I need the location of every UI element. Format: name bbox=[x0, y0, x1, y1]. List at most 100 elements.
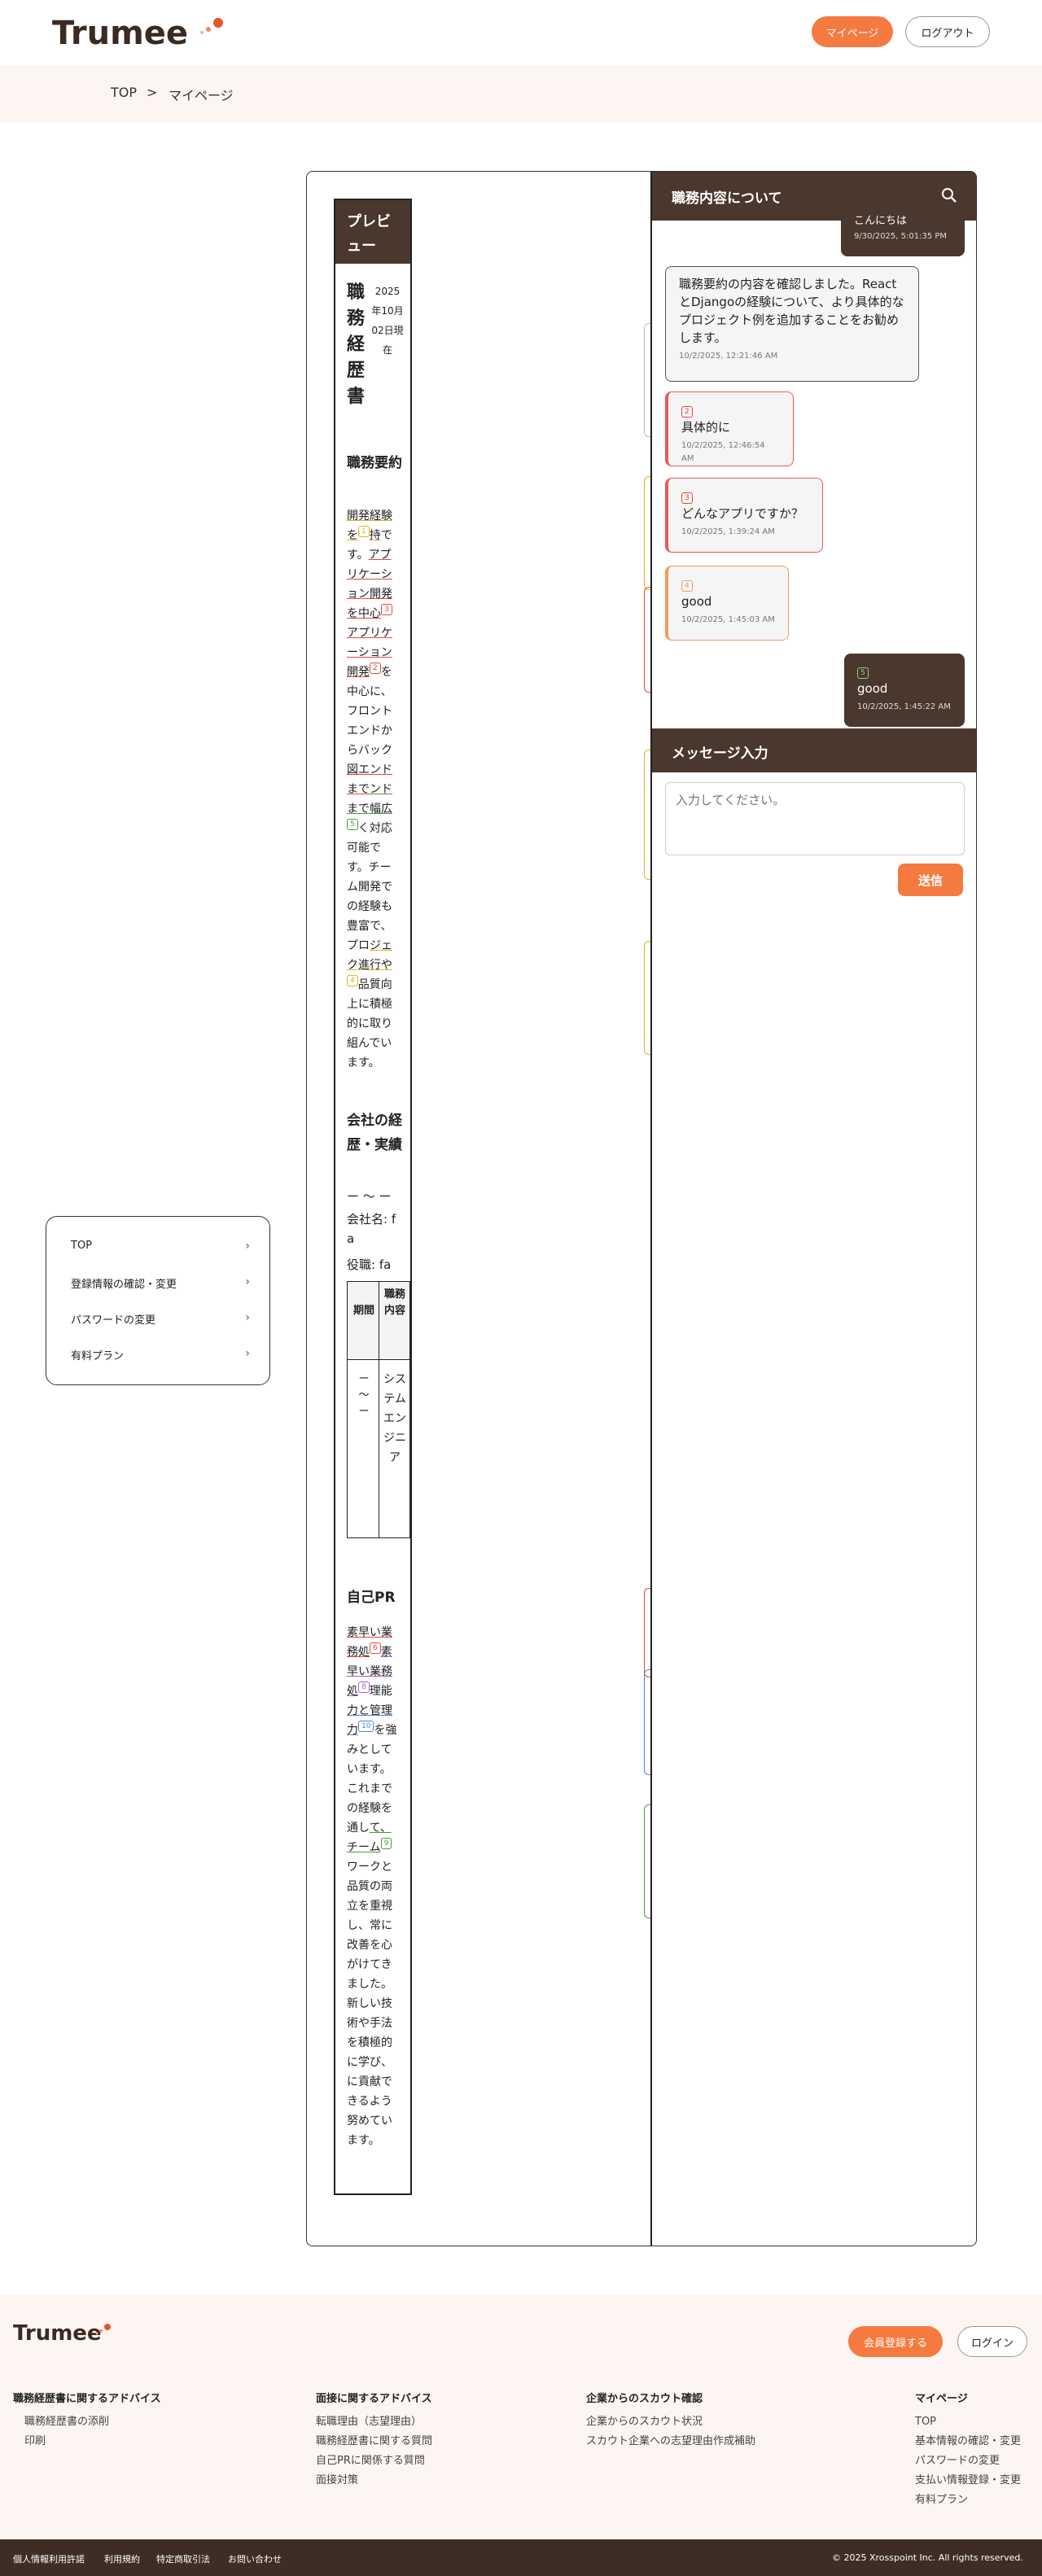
pr-seg-e: を強みとしています。これまでの経験を通し bbox=[347, 1724, 397, 1835]
side-menu-item-password[interactable]: パスワードの変更 › bbox=[71, 1311, 250, 1327]
footer-link[interactable]: 面接対策 bbox=[316, 2471, 432, 2491]
message-timestamp: 10/2/2025, 12:21:46 AM bbox=[679, 352, 778, 361]
comment-marker[interactable] bbox=[644, 1588, 650, 1677]
footer-link[interactable]: 有料プラン bbox=[915, 2491, 1021, 2510]
send-button[interactable]: 送信 bbox=[898, 864, 963, 896]
footer-col-resume: 職務経歴書に関するアドバイス 職務経歴書の添削 印刷 bbox=[13, 2391, 161, 2451]
footer-link[interactable]: パスワードの変更 bbox=[915, 2451, 1021, 2471]
chat-message-comment[interactable]: 2 具体的に 10/2/2025, 12:46:54 AM bbox=[665, 391, 794, 466]
doc-date: 2025年10月02日現在 bbox=[371, 286, 404, 356]
comment-number-badge: 5 bbox=[857, 667, 869, 679]
annotation-tag-5[interactable]: 5 bbox=[347, 819, 358, 830]
footer-link[interactable]: 職務経歴書の添削 bbox=[13, 2412, 161, 2432]
footer-link[interactable]: スカウト企業への志望理由作成補助 bbox=[586, 2432, 755, 2451]
annotation-tag-10[interactable]: 10 bbox=[358, 1721, 374, 1732]
pr-text: 素早い業務処 6 素早い業務処 8 理能力と管理力 10 を強みとしています。これまでの経験… bbox=[347, 1623, 402, 2150]
register-button[interactable]: 会員登録する bbox=[848, 2326, 943, 2357]
table-header-content: 職務内容 bbox=[383, 1288, 405, 1317]
annotation-tag-1[interactable]: 1 bbox=[358, 526, 370, 537]
summary-seg-10: く対応可能です。チーム開発での経験も豊富で、プロ bbox=[347, 822, 392, 952]
message-text: good bbox=[857, 681, 888, 696]
footer-col-title: マイページ bbox=[915, 2393, 968, 2405]
chat-title: 職務内容について bbox=[672, 190, 782, 207]
annotation-tag-6[interactable]: 6 bbox=[370, 1642, 381, 1654]
login-button[interactable]: ログイン bbox=[957, 2326, 1027, 2357]
message-text: どんなアプリですか？ bbox=[681, 506, 804, 521]
footer-link[interactable]: 基本情報の確認・変更 bbox=[915, 2432, 1021, 2451]
comment-number-badge: 2 bbox=[681, 406, 693, 418]
footer-col-interview: 面接に関するアドバイス 転職理由（志望理由） 職務経歴書に関する質問 自己PRに… bbox=[316, 2391, 432, 2491]
side-menu-item-profile[interactable]: 登録情報の確認・変更 › bbox=[71, 1275, 250, 1292]
comment-marker[interactable] bbox=[644, 323, 650, 437]
message-timestamp: 10/2/2025, 1:45:03 AM bbox=[681, 615, 775, 624]
message-text: こんにちは bbox=[854, 215, 908, 227]
mypage-button[interactable]: マイページ bbox=[812, 16, 893, 47]
side-menu: TOP › 登録情報の確認・変更 › パスワードの変更 › 有料プラン › bbox=[46, 1216, 270, 1385]
annotation-tag-4[interactable]: 4 bbox=[347, 975, 358, 986]
breadcrumb-top[interactable]: TOP bbox=[111, 85, 137, 100]
footer-link[interactable]: 自己PRに関係する質問 bbox=[316, 2451, 432, 2471]
comment-marker[interactable] bbox=[644, 587, 650, 693]
footer-link[interactable]: 職務経歴書に関する質問 bbox=[316, 2432, 432, 2451]
logout-button[interactable]: ログアウト bbox=[905, 16, 990, 47]
table-cell-content: システムエンジニア bbox=[383, 1373, 406, 1464]
trumee-logo[interactable]: Trumee bbox=[52, 15, 188, 52]
comment-marker[interactable] bbox=[644, 941, 650, 1055]
message-text: 職務要約の内容を確認しました。ReactとDjangoの経験について、より具体的… bbox=[679, 277, 904, 345]
career-title: 会社の経歴・実績 bbox=[347, 1113, 402, 1153]
message-timestamp: 10/2/2025, 1:39:24 AM bbox=[681, 527, 775, 536]
resume-preview: プレビュー 職務経歴書 2025年10月02日現在 職務要約 開発経験を 1 持です… bbox=[334, 199, 412, 2195]
message-input[interactable] bbox=[665, 782, 965, 855]
message-input-header: メッセージ入力 bbox=[652, 728, 976, 772]
footer-link[interactable]: 支払い情報登録・変更 bbox=[915, 2471, 1021, 2491]
resume-editor-panel: プレビュー 職務経歴書 2025年10月02日現在 職務要約 開発経験を 1 持です… bbox=[306, 171, 977, 2246]
footer-link[interactable]: 企業からのスカウト状況 bbox=[586, 2412, 755, 2432]
comment-marker[interactable] bbox=[644, 1804, 650, 1918]
message-text: good bbox=[681, 594, 712, 609]
footer-col-title: 面接に関するアドバイス bbox=[316, 2393, 432, 2405]
chevron-right-icon: › bbox=[245, 1240, 250, 1253]
footer-bottom-link[interactable]: 特定商取引法 bbox=[156, 2552, 210, 2565]
annotation-tag-2[interactable]: 2 bbox=[370, 663, 381, 674]
footer-bottom-link[interactable]: お問い合わせ bbox=[228, 2552, 282, 2565]
search-icon[interactable] bbox=[940, 186, 958, 204]
career-period: ー 〜 ー bbox=[347, 1189, 392, 1204]
breadcrumb: TOP > マイページ bbox=[0, 65, 1042, 122]
comment-marker[interactable] bbox=[644, 750, 650, 880]
summary-seg-6: を中心に、フロントエンドからバック bbox=[347, 666, 392, 757]
doc-title: 職務経歴書 bbox=[347, 282, 366, 407]
panel-divider bbox=[650, 172, 652, 2246]
comment-number-badge: 4 bbox=[681, 580, 693, 592]
chat-message-ai: 職務要約の内容を確認しました。ReactとDjangoの経験について、より具体的… bbox=[665, 266, 919, 382]
site-header: Trumee マイページ ログアウト bbox=[0, 0, 1042, 65]
side-menu-item-top[interactable]: TOP › bbox=[71, 1240, 250, 1256]
chat-message-comment[interactable]: 3 どんなアプリですか？ 10/2/2025, 1:39:24 AM bbox=[665, 478, 823, 553]
footer-col-title: 企業からのスカウト確認 bbox=[586, 2393, 703, 2405]
footer-bottom-bar: 個人情報利用許諾 利用規約 特定商取引法 お問い合わせ © 2025 Xross… bbox=[0, 2539, 1042, 2576]
footer-link[interactable]: 印刷 bbox=[13, 2432, 161, 2451]
footer-bottom-link[interactable]: 個人情報利用許諾 bbox=[13, 2552, 85, 2565]
summary-seg-7: 図 bbox=[347, 763, 358, 776]
footer-link[interactable]: TOP bbox=[915, 2412, 1021, 2432]
footer-col-title: 職務経歴書に関するアドバイス bbox=[13, 2393, 161, 2405]
pr-seg-g: ワークと品質の両立を重視し、常に改善を心がけてきました。新しい技術や手法を積極的… bbox=[347, 1861, 392, 2147]
copyright: © 2025 Xrosspoint Inc. All rights reserv… bbox=[832, 2552, 1023, 2563]
breadcrumb-current: マイページ bbox=[169, 88, 234, 103]
table-cell-period: ー 〜 ー bbox=[358, 1373, 370, 1418]
annotation-tag-9[interactable]: 9 bbox=[380, 1838, 392, 1849]
chat-message-comment[interactable]: 4 good 10/2/2025, 1:45:03 AM bbox=[665, 566, 789, 641]
footer-bottom-link[interactable]: 利用規約 bbox=[104, 2552, 140, 2565]
footer-link[interactable]: 転職理由（志望理由） bbox=[316, 2412, 432, 2432]
summary-seg-12: 品質向上に積極的に取り組んでいます。 bbox=[347, 978, 392, 1069]
message-timestamp: 10/2/2025, 12:46:54 AM bbox=[681, 441, 765, 463]
summary-text: 開発経験を 1 持です。アプリケーション開発を中心 3アプリケーション開発 2 を中心に、… bbox=[347, 506, 402, 1073]
comment-marker[interactable] bbox=[644, 1669, 650, 1775]
annotation-tag-3[interactable]: 3 bbox=[381, 604, 392, 615]
annotation-tag-8[interactable]: 8 bbox=[358, 1682, 370, 1693]
footer-logo[interactable]: Trumee bbox=[13, 2321, 102, 2346]
side-menu-item-plan[interactable]: 有料プラン › bbox=[71, 1347, 250, 1363]
pr-seg-c: 理能 bbox=[369, 1685, 392, 1698]
career-table: 期間 職務内容 ー 〜 ー システムエンジニア bbox=[347, 1281, 410, 1538]
chevron-right-icon: › bbox=[245, 1275, 250, 1288]
comment-marker[interactable] bbox=[644, 476, 650, 590]
